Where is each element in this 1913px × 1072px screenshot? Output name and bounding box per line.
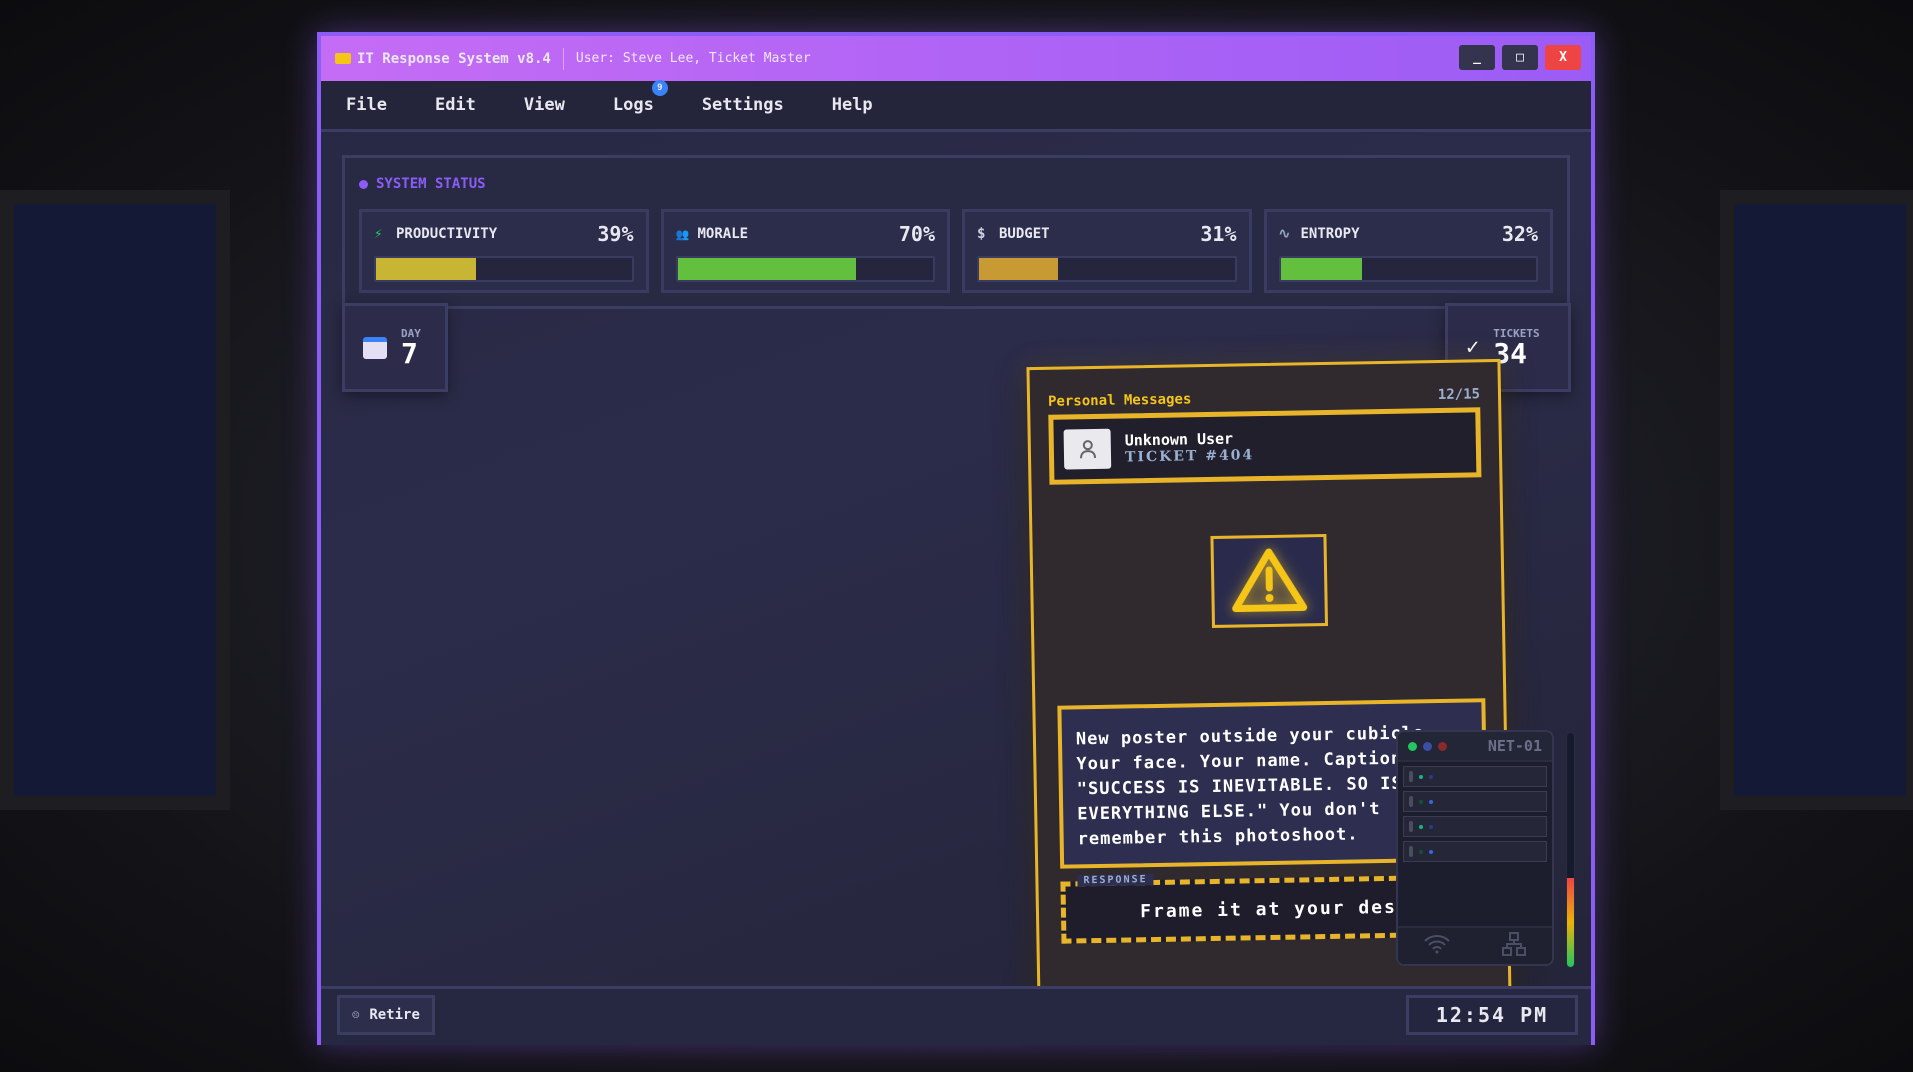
menu-bar: File Edit View Logs 9 Settings Help	[321, 80, 1591, 132]
close-button[interactable]: X	[1545, 45, 1581, 70]
stat-label: PRODUCTIVITY	[396, 226, 498, 242]
network-topology-icon	[1501, 931, 1527, 962]
menu-logs[interactable]: Logs 9	[612, 80, 668, 115]
stat-budget: $ BUDGET 31%	[962, 209, 1252, 293]
status-led-red	[1438, 741, 1447, 751]
stat-value: 31%	[1200, 222, 1237, 246]
network-load-level	[1567, 878, 1574, 967]
stat-label: MORALE	[697, 226, 749, 242]
budget-bar-fill	[979, 258, 1059, 280]
stat-label: ENTROPY	[1300, 226, 1360, 242]
checkmark-icon: ✓	[1466, 335, 1480, 360]
retire-button[interactable]: ☹ Retire	[337, 995, 435, 1035]
activity-icon: ∿	[1278, 226, 1291, 242]
stat-value: 70%	[898, 222, 935, 246]
status-led-green	[1408, 741, 1417, 751]
lightning-icon: ⚡	[374, 226, 383, 242]
sender-name: Unknown User	[1124, 429, 1234, 450]
stat-productivity: ⚡ PRODUCTIVITY 39%	[359, 209, 649, 293]
window-title: IT Response System v8.4	[357, 50, 551, 67]
wifi-icon	[1423, 934, 1451, 959]
sender-box: Unknown User TICKET #404	[1048, 407, 1482, 485]
warning-icon	[1210, 533, 1329, 628]
response-text: Frame it at your desk	[1139, 896, 1410, 922]
maximize-button[interactable]: □	[1502, 45, 1538, 70]
server-rack-unit	[1403, 791, 1547, 812]
server-rack-unit	[1403, 816, 1547, 837]
server-rack-unit	[1403, 766, 1547, 787]
morale-bar	[675, 256, 935, 282]
morale-bar-fill	[677, 258, 857, 280]
network-load-meter	[1566, 732, 1575, 968]
productivity-bar	[374, 256, 634, 282]
logs-badge: 9	[651, 80, 668, 96]
footer-bar: ☹ Retire 12:54 PM	[321, 986, 1591, 1045]
menu-settings[interactable]: Settings	[702, 95, 784, 115]
response-label: RESPONSE	[1077, 874, 1154, 887]
users-icon: 👥	[675, 227, 690, 241]
menu-view[interactable]: View	[524, 95, 565, 115]
user-avatar-icon	[1063, 428, 1112, 470]
background-window-left	[0, 190, 230, 810]
title-bar[interactable]: IT Response System v8.4 User: Steve Lee,…	[321, 36, 1591, 81]
status-dot-icon	[359, 179, 368, 189]
server-name: NET-01	[1487, 737, 1542, 755]
server-rack-unit	[1403, 841, 1547, 862]
minimize-button[interactable]: _	[1459, 45, 1495, 70]
status-title: SYSTEM STATUS	[376, 176, 486, 192]
stat-value: 32%	[1501, 222, 1538, 246]
skull-icon: ☹	[352, 1008, 360, 1022]
user-label: User: Steve Lee, Ticket Master	[575, 51, 811, 66]
background-window-right	[1720, 190, 1913, 810]
retire-label: Retire	[369, 1007, 420, 1023]
entropy-bar	[1278, 256, 1538, 282]
app-logo-icon	[335, 53, 351, 64]
app-window: IT Response System v8.4 User: Steve Lee,…	[317, 32, 1595, 1045]
entropy-bar-fill	[1280, 258, 1363, 280]
network-server-panel: NET-01	[1396, 730, 1554, 966]
menu-file[interactable]: File	[346, 95, 387, 115]
title-divider	[562, 47, 564, 70]
stat-entropy: ∿ ENTROPY 32%	[1263, 209, 1553, 293]
menu-logs-label: Logs	[612, 95, 654, 115]
card-counter: 12/15	[1437, 386, 1481, 404]
productivity-bar-fill	[376, 258, 476, 280]
day-counter: DAY 7	[342, 303, 448, 392]
stat-value: 39%	[597, 222, 634, 246]
day-value: 7	[401, 337, 418, 370]
calendar-icon	[363, 336, 387, 359]
menu-help[interactable]: Help	[832, 95, 873, 115]
menu-edit[interactable]: Edit	[435, 95, 476, 115]
stat-morale: 👥 MORALE 70%	[660, 209, 950, 293]
ticket-number: TICKET #404	[1124, 447, 1255, 466]
budget-bar	[977, 256, 1237, 282]
card-title: Personal Messages	[1047, 391, 1192, 410]
status-led-blue	[1423, 741, 1432, 751]
system-status-panel: SYSTEM STATUS ⚡ PRODUCTIVITY 39% 👥 MORALE 70…	[342, 155, 1570, 309]
stat-label: BUDGET	[999, 226, 1050, 242]
dollar-icon: $	[977, 226, 986, 242]
clock: 12:54 PM	[1406, 995, 1578, 1035]
